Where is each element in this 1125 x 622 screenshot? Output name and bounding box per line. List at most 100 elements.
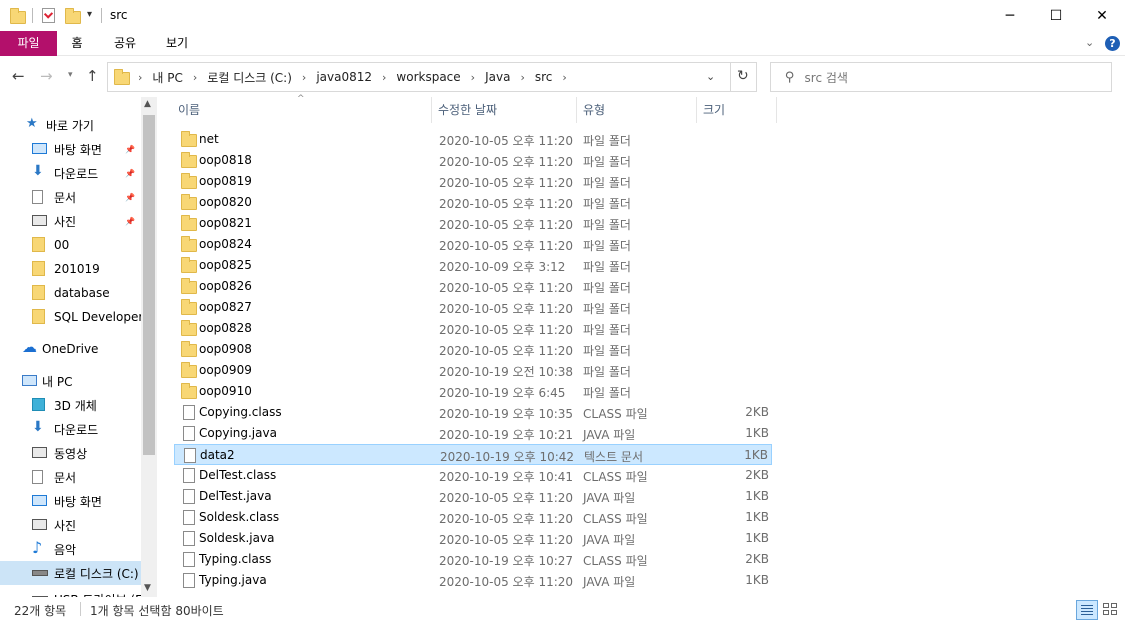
nav-item-label: 201019 <box>54 262 100 276</box>
help-icon[interactable]: ? <box>1105 36 1120 51</box>
nav-item[interactable]: ★ 바로 가기 <box>0 113 141 137</box>
up-arrow-icon[interactable]: ↑ <box>86 67 99 85</box>
breadcrumb-separator: › <box>192 70 198 84</box>
picture-icon <box>32 215 47 226</box>
customize-quick-access-icon[interactable]: ▾ <box>87 9 92 20</box>
tab-file[interactable]: 파일 <box>0 31 57 56</box>
file-type: CLASS 파일 <box>583 470 648 484</box>
nav-item[interactable]: 3D 개체 <box>0 393 141 417</box>
folder-row[interactable]: oop0824 2020-10-05 오후 11:20 파일 폴더 <box>174 234 772 255</box>
scroll-down-icon[interactable]: ▼ <box>144 583 151 593</box>
nav-item[interactable]: 바탕 화면 <box>0 489 141 513</box>
large-icons-view-icon[interactable] <box>1102 602 1118 617</box>
folder-row[interactable]: oop0821 2020-10-05 오후 11:20 파일 폴더 <box>174 213 772 234</box>
column-header-size[interactable]: 크기 <box>697 97 777 123</box>
recent-locations-icon[interactable]: ▾ <box>68 70 73 80</box>
nav-item[interactable]: 내 PC <box>0 369 141 393</box>
scroll-thumb[interactable] <box>143 115 155 455</box>
file-row[interactable]: DelTest.java 2020-10-05 오후 11:20 JAVA 파일 1K… <box>174 486 772 507</box>
breadcrumb-workspace[interactable]: workspace <box>396 70 460 84</box>
folder-row[interactable]: oop0909 2020-10-19 오전 10:38 파일 폴더 <box>174 360 772 381</box>
nav-item-label: 내 PC <box>42 374 73 389</box>
scroll-up-icon[interactable]: ▲ <box>144 99 151 109</box>
file-row[interactable]: Copying.java 2020-10-19 오후 10:21 JAVA 파일 1K… <box>174 423 772 444</box>
nav-item[interactable]: 사진 📌 <box>0 209 141 233</box>
folder-row[interactable]: oop0827 2020-10-05 오후 11:20 파일 폴더 <box>174 297 772 318</box>
file-size: 1KB <box>744 448 768 462</box>
folder-icon <box>32 285 45 300</box>
nav-item[interactable]: 사진 <box>0 513 141 537</box>
address-bar[interactable]: › 내 PC › 로컬 디스크 (C:) › java0812 › worksp… <box>107 62 757 92</box>
column-header-date[interactable]: 수정한 날짜 <box>432 97 577 123</box>
folder-icon <box>32 261 45 276</box>
file-row[interactable]: Soldesk.class 2020-10-05 오후 11:20 CLASS 파일… <box>174 507 772 528</box>
file-name: oop0824 <box>199 237 252 251</box>
search-box[interactable]: ⚲ src 검색 <box>770 62 1112 92</box>
tab-view[interactable]: 보기 <box>157 31 197 56</box>
folder-row[interactable]: oop0819 2020-10-05 오후 11:20 파일 폴더 <box>174 171 772 192</box>
nav-item[interactable]: SQL Developer <box>0 305 144 329</box>
nav-item[interactable]: 로컬 디스크 (C:) <box>0 561 141 585</box>
refresh-icon[interactable]: ↻ <box>737 68 749 84</box>
nav-item[interactable]: 00 <box>0 233 141 257</box>
breadcrumb-separator: › <box>138 70 143 84</box>
expand-ribbon-icon[interactable]: ⌄ <box>1085 36 1094 49</box>
minimize-button[interactable]: ─ <box>987 0 1033 31</box>
nav-item[interactable]: 동영상 <box>0 441 141 465</box>
details-view-icon[interactable] <box>1076 600 1098 620</box>
nav-item[interactable]: USB 드라이브 (E <box>0 587 143 597</box>
nav-item-label: 다운로드 <box>54 422 99 437</box>
window-title: src <box>110 8 128 22</box>
folder-icon <box>10 8 26 24</box>
nav-item[interactable]: 문서 <box>0 465 141 489</box>
nav-item[interactable]: ⬇ 다운로드 <box>0 417 141 441</box>
nav-item[interactable]: 문서 📌 <box>0 185 141 209</box>
nav-item-label: 다운로드 <box>54 166 99 181</box>
drive-icon <box>32 570 48 576</box>
folder-row[interactable]: oop0908 2020-10-05 오후 11:20 파일 폴더 <box>174 339 772 360</box>
folder-row[interactable]: oop0828 2020-10-05 오후 11:20 파일 폴더 <box>174 318 772 339</box>
folder-row[interactable]: oop0818 2020-10-05 오후 11:20 파일 폴더 <box>174 150 772 171</box>
breadcrumb-java0812[interactable]: java0812 <box>316 70 372 84</box>
folder-row[interactable]: oop0910 2020-10-19 오후 6:45 파일 폴더 <box>174 381 772 402</box>
file-row[interactable]: DelTest.class 2020-10-19 오후 10:41 CLASS 파일… <box>174 465 772 486</box>
breadcrumb-java[interactable]: Java <box>485 70 510 84</box>
nav-item[interactable]: ☁ OneDrive <box>0 337 141 361</box>
tab-share[interactable]: 공유 <box>105 31 145 56</box>
folder-row[interactable]: net 2020-10-05 오후 11:20 파일 폴더 <box>174 129 772 150</box>
properties-icon[interactable] <box>42 8 55 23</box>
status-divider <box>80 602 81 616</box>
nav-item[interactable]: database <box>0 281 141 305</box>
breadcrumb-local-disk[interactable]: 로컬 디스크 (C:) <box>207 69 292 86</box>
address-dropdown-icon[interactable]: ⌄ <box>706 70 715 83</box>
close-button[interactable]: ✕ <box>1079 0 1125 31</box>
folder-row[interactable]: oop0826 2020-10-05 오후 11:20 파일 폴더 <box>174 276 772 297</box>
nav-item-label: SQL Developer <box>54 310 144 324</box>
file-row[interactable]: Copying.class 2020-10-19 오후 10:35 CLASS 파일… <box>174 402 772 423</box>
folder-row[interactable]: oop0820 2020-10-05 오후 11:20 파일 폴더 <box>174 192 772 213</box>
nav-item[interactable]: ⬇ 다운로드 📌 <box>0 161 141 185</box>
column-header-name[interactable]: 이름 <box>172 97 432 123</box>
breadcrumb-my-pc[interactable]: 내 PC <box>152 69 182 86</box>
file-date: 2020-10-05 오후 11:20 <box>439 239 574 253</box>
maximize-button[interactable]: ☐ <box>1033 0 1079 31</box>
file-row[interactable]: Typing.class 2020-10-19 오후 10:27 CLASS 파일 2… <box>174 549 772 570</box>
column-header-type[interactable]: 유형 <box>577 97 697 123</box>
nav-item[interactable]: 201019 <box>0 257 141 281</box>
file-name: Copying.java <box>199 426 277 440</box>
nav-item[interactable]: 바탕 화면 📌 <box>0 137 141 161</box>
nav-item[interactable]: ♪ 음악 <box>0 537 141 561</box>
file-date: 2020-10-05 오후 11:20 <box>439 218 574 232</box>
breadcrumb-src[interactable]: src <box>535 70 553 84</box>
file-date: 2020-10-05 오후 11:20 <box>439 197 574 211</box>
forward-arrow-icon[interactable]: → <box>40 67 53 85</box>
file-row[interactable]: Soldesk.java 2020-10-05 오후 11:20 JAVA 파일 1K… <box>174 528 772 549</box>
folder-row[interactable]: oop0825 2020-10-09 오후 3:12 파일 폴더 <box>174 255 772 276</box>
back-arrow-icon[interactable]: ← <box>12 67 25 85</box>
file-row[interactable]: data2 2020-10-19 오후 10:42 텍스트 문서 1KB <box>174 444 772 465</box>
file-name: oop0820 <box>199 195 252 209</box>
tab-home[interactable]: 홈 <box>62 31 92 56</box>
file-row[interactable]: Typing.java 2020-10-05 오후 11:20 JAVA 파일 1KB <box>174 570 772 591</box>
new-folder-icon[interactable] <box>65 8 81 24</box>
nav-scrollbar[interactable]: ▲ ▼ <box>141 97 157 597</box>
